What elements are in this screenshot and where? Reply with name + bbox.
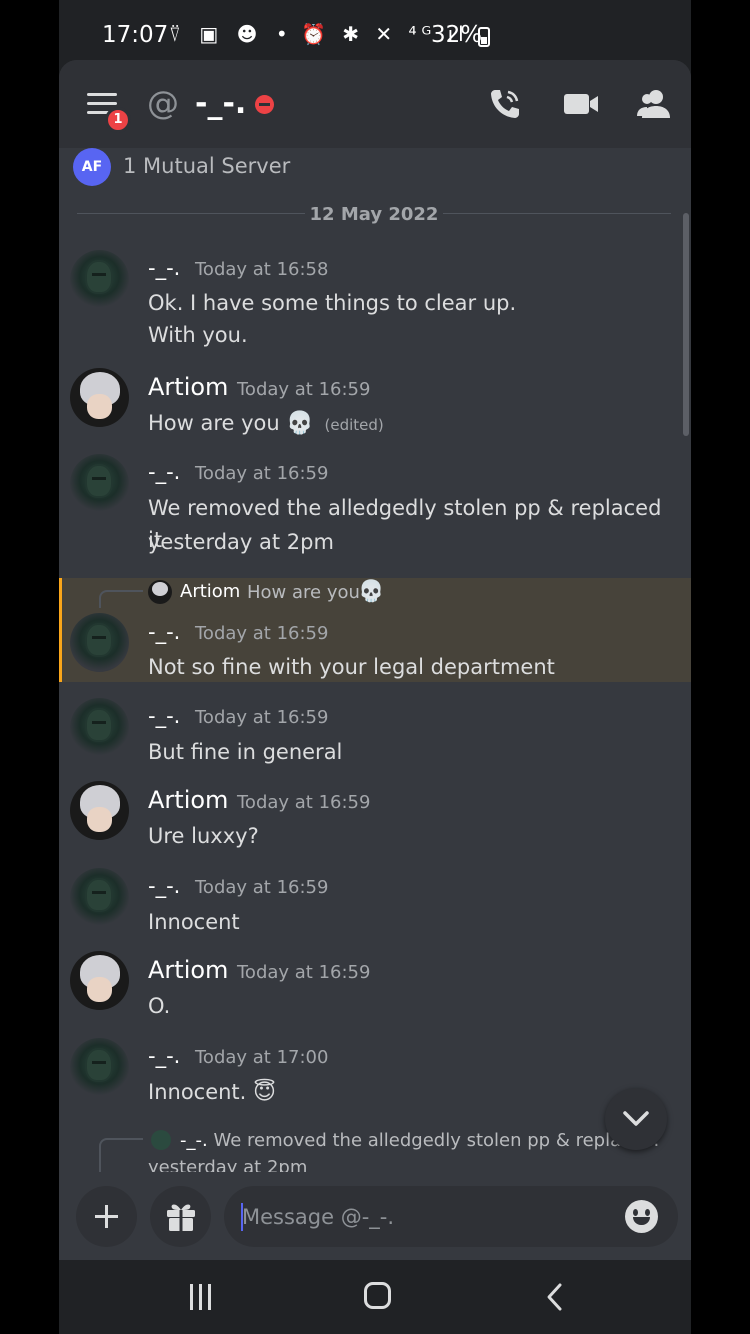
message-author[interactable]: -_-. (148, 874, 180, 898)
scrollbar[interactable] (683, 213, 689, 436)
reply-avatar[interactable] (148, 580, 172, 604)
voice-call-icon[interactable] (487, 86, 523, 122)
message-author[interactable]: -_-. (148, 256, 180, 280)
message-author[interactable]: -_-. (148, 704, 180, 728)
mutual-servers-label: 1 Mutual Server (123, 154, 291, 178)
message-timestamp: Today at 16:59 (237, 962, 371, 983)
edited-label: (edited) (324, 416, 384, 434)
message-author[interactable]: -_-. (148, 460, 180, 484)
skull-emoji: 💀 (358, 579, 385, 603)
reply-preview-text[interactable]: How are you (247, 582, 360, 603)
avatar[interactable] (70, 698, 129, 757)
message-text: Innocent. 😇 (148, 1076, 668, 1109)
date-divider: 12 May 2022 (77, 204, 671, 225)
message-timestamp: Today at 16:59 (237, 379, 371, 400)
message-text: Innocent (148, 910, 240, 934)
message-input[interactable] (242, 1186, 602, 1247)
message-timestamp: Today at 16:59 (195, 877, 329, 898)
notification-icons: ⍢ ▣ ☻ • (169, 22, 294, 46)
message-author[interactable]: Artiom (148, 956, 228, 984)
avatar[interactable] (70, 1038, 129, 1097)
status-time: 17:07 (102, 22, 169, 48)
message-timestamp: Today at 17:00 (195, 1047, 329, 1068)
message-text: With you. (148, 323, 248, 347)
recent-apps-icon[interactable] (188, 1284, 214, 1310)
message-author[interactable]: -_-. (148, 1044, 180, 1068)
message-text: Ure luxxy? (148, 824, 259, 848)
message-text-content: How are you (148, 411, 280, 435)
jump-to-present-icon (623, 1111, 649, 1126)
message-text: O. (148, 994, 171, 1018)
message-text: But fine in general (148, 740, 343, 764)
dm-channel: 1 @ -_-. AF 1 Mutual Server 12 May 2022 … (59, 60, 691, 1260)
battery-percent: 32% (431, 22, 483, 48)
avatar[interactable] (70, 781, 129, 840)
message-author[interactable]: Artiom (148, 373, 228, 401)
message-text: Not so fine with your legal department (148, 655, 555, 679)
system-nav-bar (59, 1260, 691, 1334)
message-text-content: Innocent. (148, 1080, 247, 1104)
skull-emoji: 💀 (286, 411, 314, 436)
date-label: 12 May 2022 (309, 204, 439, 225)
members-icon[interactable] (636, 86, 672, 122)
jump-to-present-button[interactable] (605, 1088, 667, 1150)
reply-preview-text: We removed the alledgedly stolen pp & re… (213, 1130, 660, 1151)
avatar[interactable] (70, 454, 129, 513)
dm-recipient-name[interactable]: -_-. (195, 86, 246, 121)
avatar[interactable] (70, 951, 129, 1010)
server-icon: AF (73, 148, 111, 186)
message-input-container[interactable] (224, 1186, 678, 1247)
emoji-icon[interactable] (625, 1200, 658, 1233)
at-icon: @ (147, 84, 179, 122)
innocent-emoji: 😇 (253, 1080, 276, 1105)
reply-author[interactable]: Artiom (180, 581, 240, 602)
avatar[interactable] (70, 250, 129, 309)
battery-icon (478, 27, 490, 47)
dnd-status-icon (255, 95, 274, 114)
message-composer (59, 1172, 691, 1260)
mutual-servers[interactable]: AF 1 Mutual Server (73, 146, 673, 186)
reply-connector (99, 590, 143, 608)
message-author[interactable]: Artiom (148, 786, 228, 814)
phone-screen: 17:07 ⍢ ▣ ☻ • ⏰ ✱ ✕ ⁴ᴳ ıl 32% 1 @ -_-. A… (59, 0, 691, 1334)
reply-author: -_-. (180, 1130, 208, 1151)
gift-icon (167, 1204, 195, 1231)
back-icon[interactable] (545, 1282, 565, 1312)
attach-button[interactable] (76, 1186, 137, 1247)
reply-preview[interactable]: -_-. We removed the alledgedly stolen pp… (180, 1130, 659, 1151)
avatar[interactable] (70, 368, 129, 427)
avatar[interactable] (70, 613, 129, 672)
home-icon[interactable] (364, 1282, 391, 1309)
message-timestamp: Today at 16:59 (237, 792, 371, 813)
message-text: How are you 💀 (edited) (148, 407, 668, 441)
message-timestamp: Today at 16:59 (195, 623, 329, 644)
message-author[interactable]: -_-. (148, 620, 180, 644)
channel-header: 1 @ -_-. (59, 60, 691, 148)
reply-avatar[interactable] (151, 1130, 171, 1150)
message-text: yesterday at 2pm (148, 530, 334, 554)
message-timestamp: Today at 16:58 (195, 259, 329, 280)
video-call-icon[interactable] (563, 86, 599, 122)
avatar[interactable] (70, 868, 129, 927)
message-timestamp: Today at 16:59 (195, 707, 329, 728)
reply-connector (99, 1138, 143, 1174)
message-timestamp: Today at 16:59 (195, 463, 329, 484)
mention-badge: 1 (105, 107, 131, 133)
message-text: Ok. I have some things to clear up. (148, 291, 517, 315)
gift-button[interactable] (150, 1186, 211, 1247)
